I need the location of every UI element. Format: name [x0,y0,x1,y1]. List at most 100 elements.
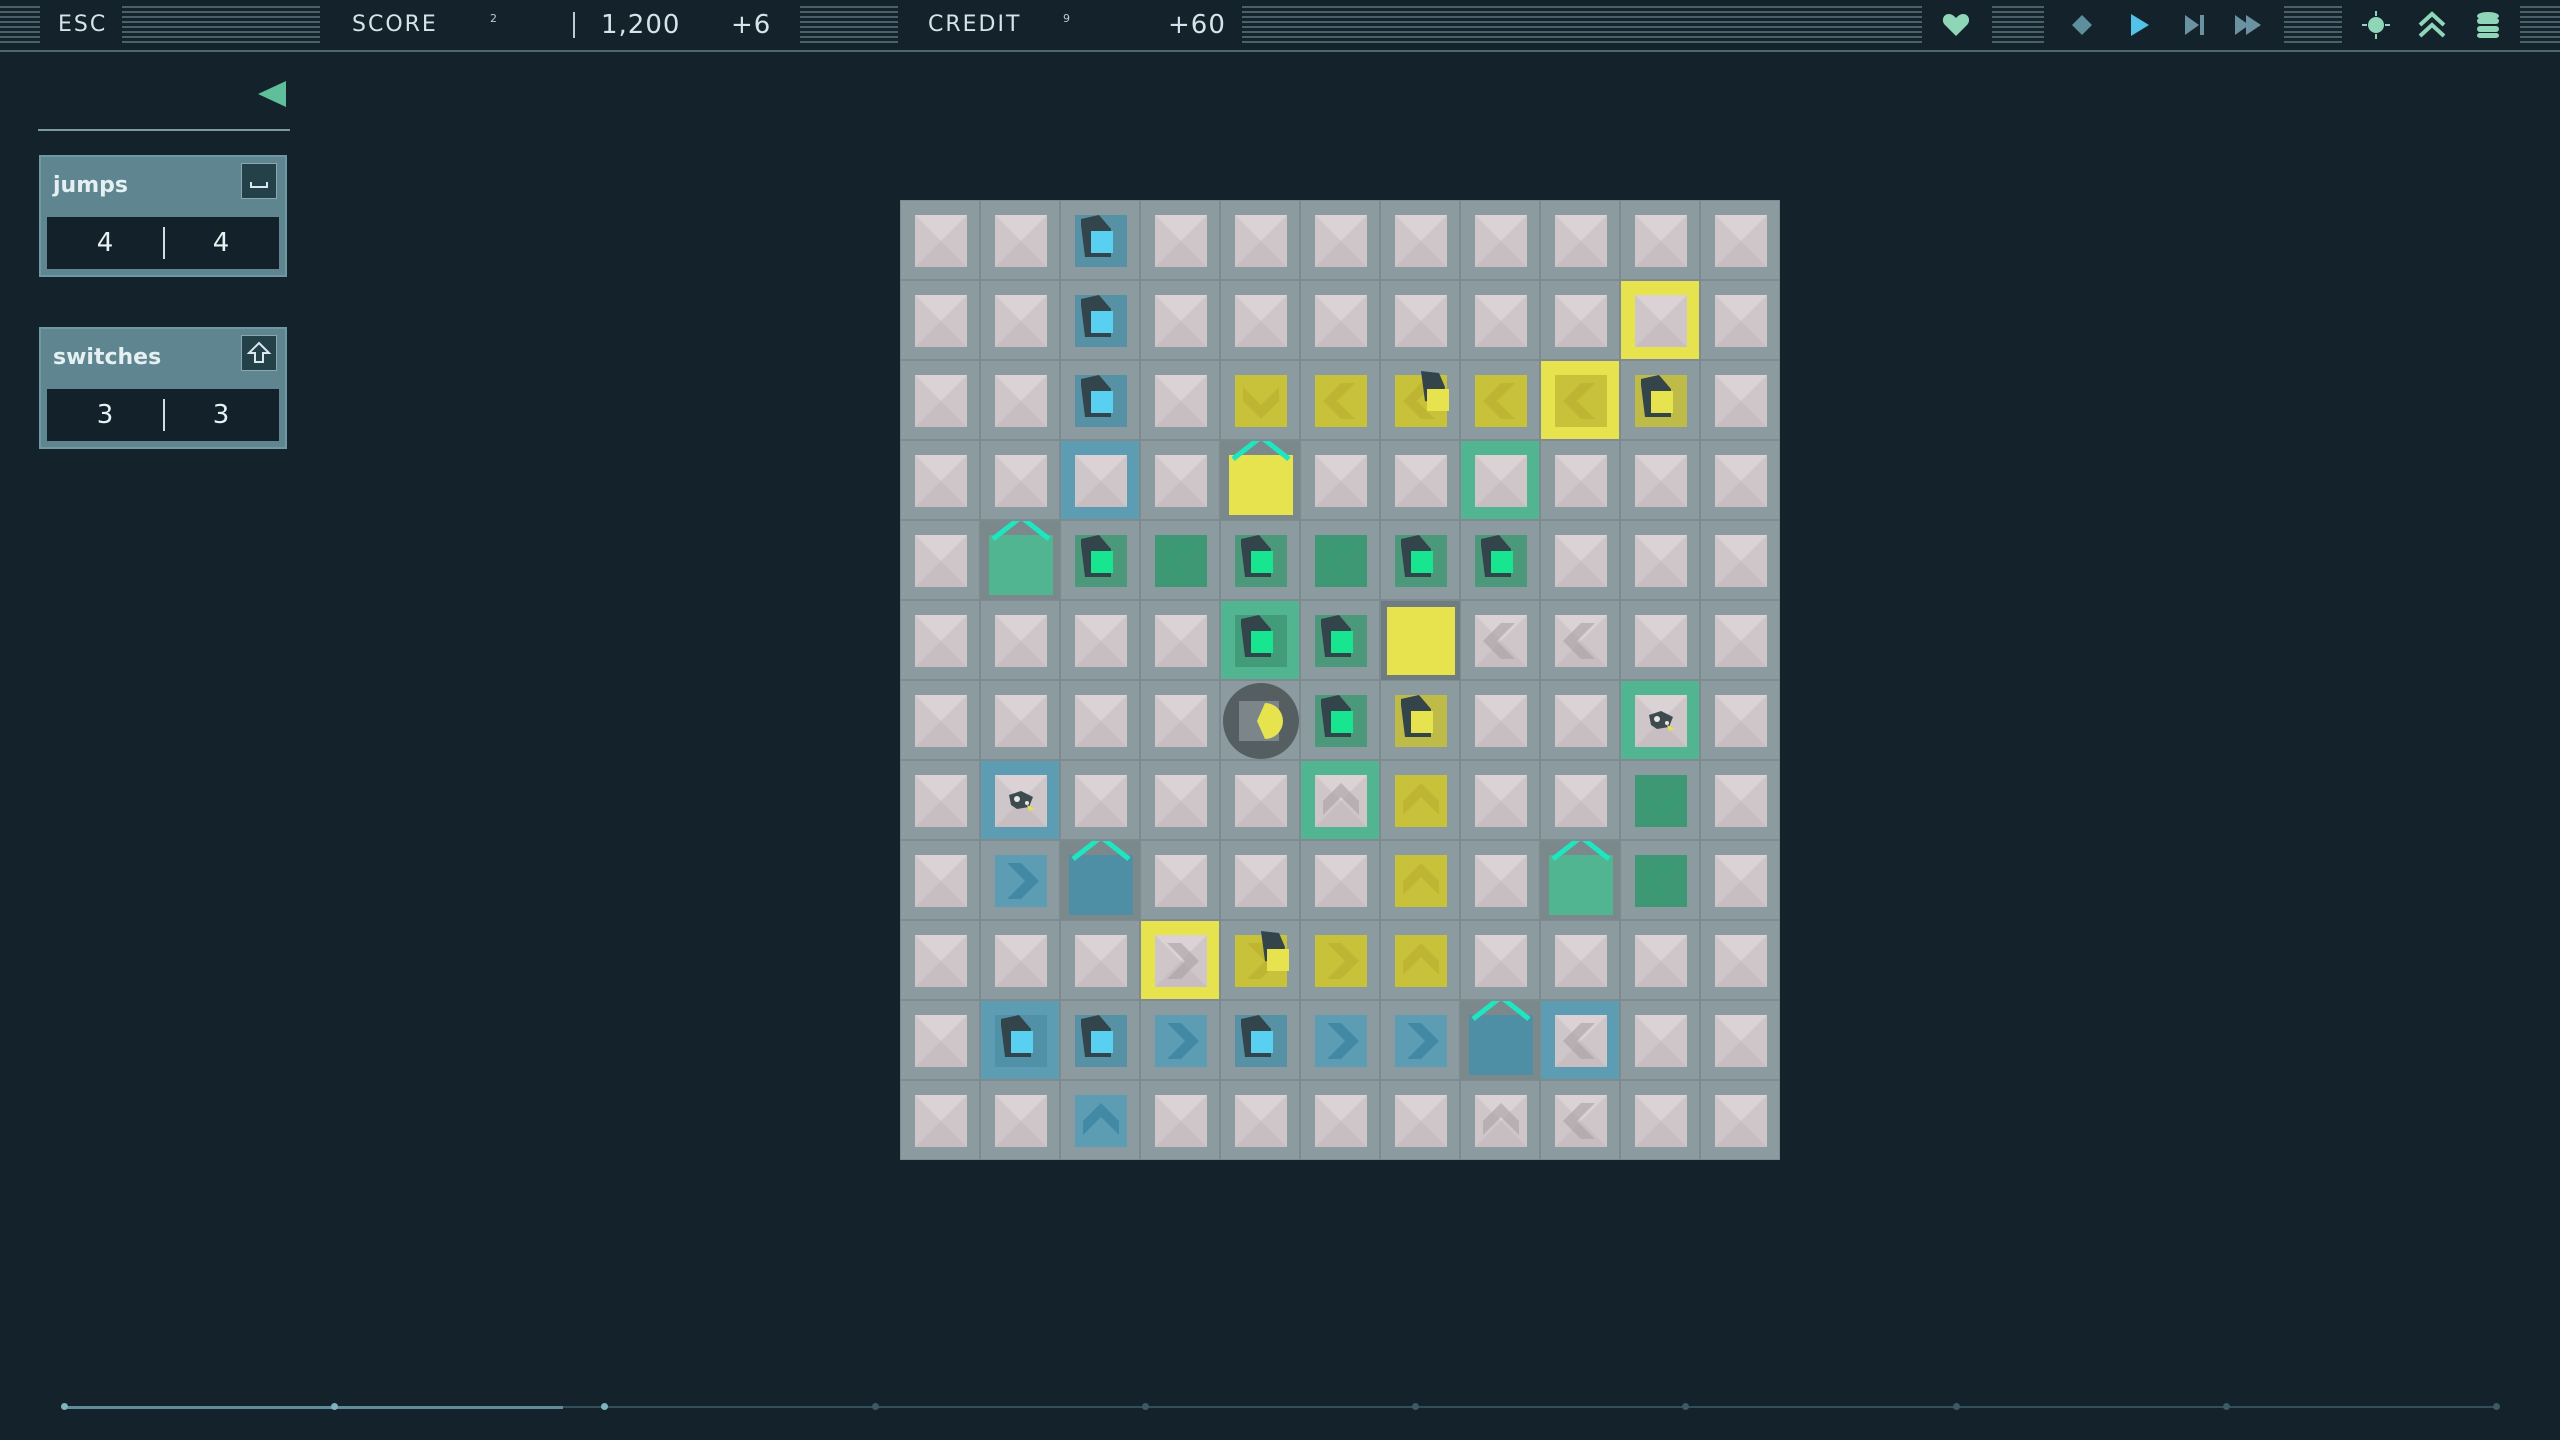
board-cell-r2-c8[interactable] [1540,360,1620,440]
board-cell-r7-c5[interactable] [1300,760,1380,840]
board-cell-r5-c7[interactable] [1460,600,1540,680]
board-cell-r2-c6[interactable] [1380,360,1460,440]
board-cell-r8-c4[interactable] [1220,840,1300,920]
board-cell-r0-c1[interactable] [980,200,1060,280]
board-cell-r11-c7[interactable] [1460,1080,1540,1160]
board-cell-r2-c0[interactable] [900,360,980,440]
timeline-tick[interactable] [1141,1403,1149,1410]
board-cell-r6-c5[interactable] [1300,680,1380,760]
board-cell-r6-c4[interactable] [1220,680,1300,760]
board-cell-r8-c5[interactable] [1300,840,1380,920]
board-cell-r10-c10[interactable] [1700,1000,1780,1080]
board-cell-r5-c4[interactable] [1220,600,1300,680]
fast-forward-icon[interactable] [2232,9,2264,41]
board-cell-r0-c6[interactable] [1380,200,1460,280]
board-cell-r5-c9[interactable] [1620,600,1700,680]
board-cell-r8-c3[interactable] [1140,840,1220,920]
board-cell-r2-c7[interactable] [1460,360,1540,440]
board-cell-r3-c0[interactable] [900,440,980,520]
board-cell-r1-c3[interactable] [1140,280,1220,360]
board-cell-r0-c2[interactable] [1060,200,1140,280]
board-cell-r9-c0[interactable] [900,920,980,1000]
board-cell-r9-c8[interactable] [1540,920,1620,1000]
board-cell-r0-c10[interactable] [1700,200,1780,280]
board-cell-r2-c4[interactable] [1220,360,1300,440]
timeline-tick[interactable] [2493,1403,2500,1410]
board-cell-r11-c9[interactable] [1620,1080,1700,1160]
board-cell-r11-c1[interactable] [980,1080,1060,1160]
board-cell-r10-c2[interactable] [1060,1000,1140,1080]
board-cell-r10-c4[interactable] [1220,1000,1300,1080]
heart-icon[interactable] [1940,9,1972,41]
timeline-tick[interactable] [1682,1403,1690,1410]
board-cell-r0-c4[interactable] [1220,200,1300,280]
stack-icon[interactable] [2472,9,2504,41]
board-cell-r9-c10[interactable] [1700,920,1780,1000]
timeline-tick[interactable] [2222,1403,2230,1410]
board-cell-r1-c9[interactable] [1620,280,1700,360]
board-cell-r9-c9[interactable] [1620,920,1700,1000]
board-cell-r1-c0[interactable] [900,280,980,360]
board-cell-r0-c9[interactable] [1620,200,1700,280]
board-cell-r10-c0[interactable] [900,1000,980,1080]
game-board[interactable] [900,200,1780,1160]
board-cell-r1-c1[interactable] [980,280,1060,360]
board-cell-r2-c9[interactable] [1620,360,1700,440]
board-cell-r5-c1[interactable] [980,600,1060,680]
board-cell-r0-c7[interactable] [1460,200,1540,280]
board-cell-r10-c6[interactable] [1380,1000,1460,1080]
board-cell-r8-c2[interactable] [1060,840,1141,921]
board-cell-r9-c4[interactable] [1220,920,1300,1000]
board-cell-r0-c8[interactable] [1540,200,1620,280]
board-cell-r4-c9[interactable] [1620,520,1700,600]
timeline-tick[interactable] [61,1403,68,1410]
timeline-tick[interactable] [601,1403,609,1410]
board-cell-r10-c1[interactable] [980,1000,1060,1080]
board-cell-r3-c1[interactable] [980,440,1060,520]
board-cell-r7-c2[interactable] [1060,760,1140,840]
board-cell-r6-c10[interactable] [1700,680,1780,760]
board-cell-r4-c8[interactable] [1540,520,1620,600]
board-cell-r8-c9[interactable] [1620,840,1700,920]
board-cell-r8-c10[interactable] [1700,840,1780,920]
board-cell-r11-c5[interactable] [1300,1080,1380,1160]
board-cell-r7-c6[interactable] [1380,760,1460,840]
board-cell-r11-c8[interactable] [1540,1080,1620,1160]
board-cell-r2-c5[interactable] [1300,360,1380,440]
timeline-tick[interactable] [1412,1403,1420,1410]
board-cell-r4-c7[interactable] [1460,520,1540,600]
board-cell-r5-c8[interactable] [1540,600,1620,680]
board-cell-r3-c5[interactable] [1300,440,1380,520]
board-cell-r11-c4[interactable] [1220,1080,1300,1160]
board-cell-r8-c6[interactable] [1380,840,1460,920]
board-cell-r6-c0[interactable] [900,680,980,760]
board-cell-r10-c9[interactable] [1620,1000,1700,1080]
board-cell-r9-c6[interactable] [1380,920,1460,1000]
board-cell-r7-c0[interactable] [900,760,980,840]
board-cell-r2-c3[interactable] [1140,360,1220,440]
board-cell-r7-c4[interactable] [1220,760,1300,840]
board-cell-r4-c10[interactable] [1700,520,1780,600]
timeline-tick[interactable] [871,1403,879,1410]
board-cell-r11-c3[interactable] [1140,1080,1220,1160]
board-cell-r3-c9[interactable] [1620,440,1700,520]
timeline-tick[interactable] [1952,1403,1960,1410]
board-cell-r2-c1[interactable] [980,360,1060,440]
board-cell-r6-c2[interactable] [1060,680,1140,760]
board-cell-r3-c7[interactable] [1460,440,1540,520]
board-cell-r4-c3[interactable] [1140,520,1220,600]
board-cell-r1-c4[interactable] [1220,280,1300,360]
board-cell-r7-c7[interactable] [1460,760,1540,840]
board-cell-r5-c5[interactable] [1300,600,1380,680]
board-cell-r3-c8[interactable] [1540,440,1620,520]
diamond-icon[interactable] [2066,9,2098,41]
board-cell-r5-c3[interactable] [1140,600,1220,680]
board-cell-r0-c5[interactable] [1300,200,1380,280]
board-cell-r3-c2[interactable] [1060,440,1140,520]
board-cell-r3-c6[interactable] [1380,440,1460,520]
board-cell-r3-c10[interactable] [1700,440,1780,520]
esc-button[interactable]: ESC [58,0,107,50]
board-cell-r1-c10[interactable] [1700,280,1780,360]
board-cell-r7-c9[interactable] [1620,760,1700,840]
board-cell-r4-c2[interactable] [1060,520,1140,600]
